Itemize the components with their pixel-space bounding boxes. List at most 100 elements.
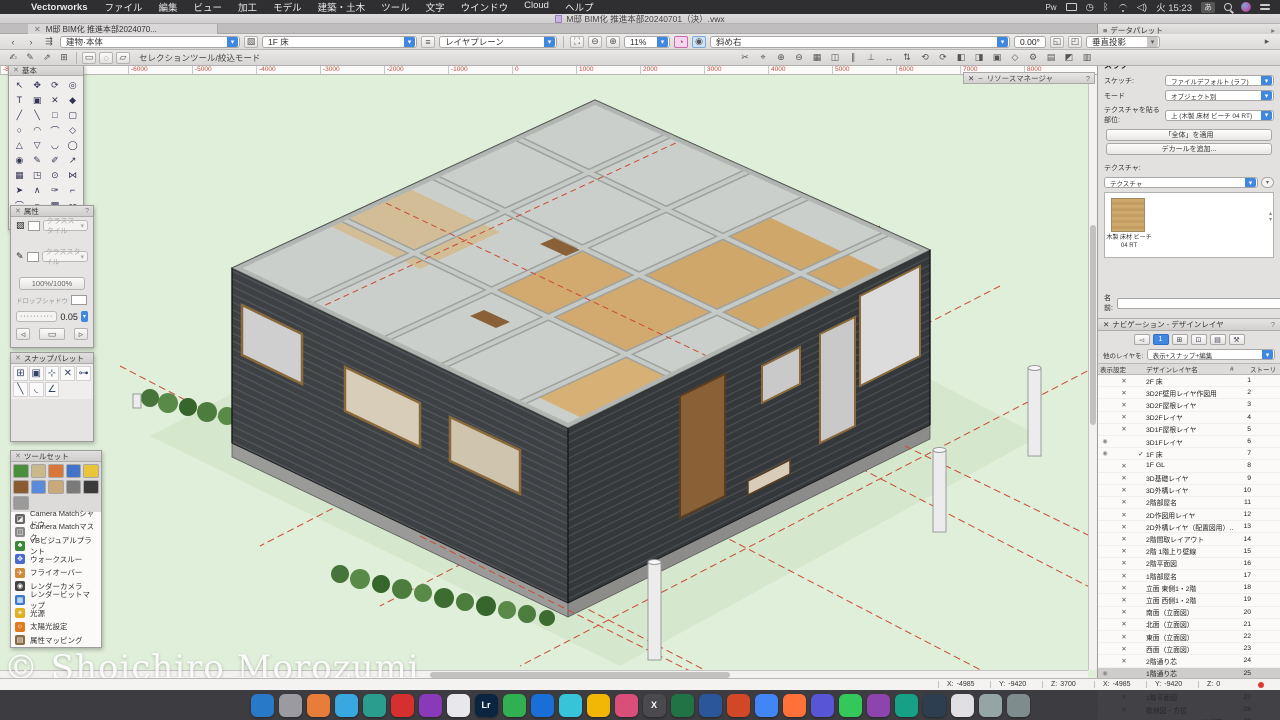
layer-visibility-icon[interactable]: ◉ xyxy=(1098,438,1112,445)
name-input[interactable] xyxy=(1117,298,1280,309)
design-layer-row[interactable]: ✕ 3D2Fレイヤ 4 xyxy=(1098,412,1280,424)
menu-item[interactable]: ビュー xyxy=(186,0,231,14)
tool-icon[interactable]: □ xyxy=(47,108,64,122)
selection-mode-icon[interactable]: ▭ xyxy=(82,52,96,64)
tool-icon[interactable]: ◎ xyxy=(64,78,81,92)
tool-icon[interactable]: ✎ xyxy=(23,52,37,64)
tool-icon[interactable]: ◇ xyxy=(64,123,81,137)
projection-icon-b[interactable]: ◰ xyxy=(1068,36,1082,48)
design-layer-row[interactable]: ✕ 北面（立面図） 21 xyxy=(1098,619,1280,631)
design-layer-row[interactable]: ◉ ✓ 1F 床 7 xyxy=(1098,448,1280,460)
attr-center-button[interactable]: ▭ xyxy=(39,328,65,340)
layer-name[interactable]: 3D外構レイヤ xyxy=(1146,485,1234,495)
dock-app-icon[interactable] xyxy=(335,694,358,717)
navigation-close-icon[interactable]: ✕ xyxy=(1103,320,1109,329)
design-layer-row[interactable]: ✕ 2階通り芯 24 xyxy=(1098,655,1280,667)
layer-hidden-mark[interactable]: ✕ xyxy=(1112,486,1136,494)
navigation-help-icon[interactable]: ? xyxy=(1271,320,1275,329)
layer-visibility-icon[interactable]: ◉ xyxy=(1098,450,1112,457)
vscroll-thumb[interactable] xyxy=(1090,225,1096,425)
apply-all-button[interactable]: 「全体」を適用 xyxy=(1106,129,1272,141)
menu-item[interactable]: ウインドウ xyxy=(453,0,517,14)
layer-name[interactable]: 1階部屋名 xyxy=(1146,571,1234,581)
design-layer-row[interactable]: ✕ 西面（立面図） 23 xyxy=(1098,643,1280,655)
design-layer-row[interactable]: ✕ 2階 1階上り壁線 15 xyxy=(1098,546,1280,558)
tool-icon[interactable]: ⌒ xyxy=(47,123,64,137)
texture-part-dropdown[interactable]: 上 (木製 床材 ビーチ 04 RT) xyxy=(1165,110,1274,121)
dock-app-icon[interactable] xyxy=(727,694,750,717)
snap-icon[interactable]: ◟ xyxy=(29,382,44,397)
layer-name[interactable]: 2階間取レイアウト xyxy=(1146,534,1234,544)
selection-mode-icon[interactable]: ◌ xyxy=(99,52,113,64)
design-layer-row[interactable]: ✕ 東面（立面図） 22 xyxy=(1098,631,1280,643)
snap-icon[interactable]: ╲ xyxy=(13,382,28,397)
dock-app-icon[interactable]: X xyxy=(643,694,666,717)
tool-icon[interactable]: ✎ xyxy=(29,153,46,167)
display-icon[interactable] xyxy=(1066,3,1077,11)
layer-name[interactable]: 3D1Fレイヤ xyxy=(1146,437,1234,447)
bluetooth-icon[interactable]: ᛒ xyxy=(1103,2,1109,13)
layer-name[interactable]: 立面 東側1・2階 xyxy=(1146,583,1234,593)
line-weight-dropdown-arrow[interactable]: ▾ xyxy=(81,311,88,322)
volume-icon[interactable]: ◁) xyxy=(1137,2,1147,13)
drop-shadow-box[interactable] xyxy=(71,295,87,305)
dock-app-icon[interactable] xyxy=(755,694,778,717)
design-layer-row[interactable]: ✕ 立面 東側1・2階 18 xyxy=(1098,582,1280,594)
snap-icon[interactable]: ⊹ xyxy=(45,366,60,381)
layer-hidden-mark[interactable]: ✕ xyxy=(1112,462,1136,470)
rotation-angle-field[interactable]: 0.00° xyxy=(1014,36,1046,48)
snap-icon[interactable]: ⊶ xyxy=(76,366,91,381)
app-menu[interactable]: Vectorworks xyxy=(22,2,97,13)
dock-app-icon[interactable] xyxy=(839,694,862,717)
layer-name[interactable]: 南面（立面図） xyxy=(1146,607,1234,617)
tool-icon[interactable]: ⌐ xyxy=(64,183,81,197)
fill-style-dropdown[interactable]: クラススタイル▾ xyxy=(43,220,88,231)
layer-hidden-mark[interactable]: ✕ xyxy=(1112,511,1136,519)
layer-hidden-mark[interactable]: ✕ xyxy=(1112,377,1136,385)
attr-prev-button[interactable]: ◃ xyxy=(16,328,30,340)
layer-hidden-mark[interactable]: ✕ xyxy=(1112,547,1136,555)
layer-hidden-mark[interactable]: ✕ xyxy=(1112,401,1136,409)
texture-options-button[interactable]: ▾ xyxy=(1261,177,1274,188)
layer-hidden-mark[interactable]: ✕ xyxy=(1112,474,1136,482)
toolbar-action-icon[interactable]: ⊖ xyxy=(792,52,806,64)
vertical-scrollbar[interactable] xyxy=(1088,75,1097,670)
plane-dropdown[interactable]: レイヤプレーン xyxy=(439,36,557,48)
layer-name[interactable]: 北面（立面図） xyxy=(1146,619,1234,629)
layer-name[interactable]: 1F GL xyxy=(1146,462,1234,469)
layer-name[interactable]: 1F 床 xyxy=(1146,449,1234,459)
toolbar-action-icon[interactable]: ▥ xyxy=(1080,52,1094,64)
timemachine-icon[interactable]: ◷ xyxy=(1086,2,1094,13)
toolbar-action-icon[interactable]: ↔ xyxy=(882,52,896,64)
design-layer-row[interactable]: ✕ 南面（立面図） 20 xyxy=(1098,607,1280,619)
password-manager-icon[interactable]: Pw xyxy=(1045,3,1056,12)
pen-swatch[interactable] xyxy=(27,252,39,262)
layer-hidden-mark[interactable]: ✕ xyxy=(1112,657,1136,665)
tool-icon[interactable]: ○ xyxy=(11,123,28,137)
resource-manager-close-icon[interactable]: ✕ xyxy=(968,74,974,83)
toolset-tab[interactable] xyxy=(66,464,82,478)
layer-name[interactable]: 2D外構レイヤ（配置図用）… xyxy=(1146,522,1234,532)
dock-app-icon[interactable] xyxy=(811,694,834,717)
dock-app-icon[interactable] xyxy=(895,694,918,717)
dock-app-icon[interactable] xyxy=(503,694,526,717)
toolset-tab[interactable] xyxy=(66,480,82,494)
tab-close-icon[interactable]: ✕ xyxy=(34,25,41,34)
tool-icon[interactable]: ◠ xyxy=(29,123,46,137)
toolset-item[interactable]: ▤ 属性マッピング xyxy=(11,634,101,648)
toolset-tab[interactable] xyxy=(13,480,29,494)
layer-name[interactable]: 東面（立面図） xyxy=(1146,632,1234,642)
tool-icon[interactable]: ➤ xyxy=(11,183,28,197)
menu-item[interactable]: ツール xyxy=(373,0,418,14)
tool-icon[interactable]: ╲ xyxy=(29,108,46,122)
toolbar-action-icon[interactable]: ⚙ xyxy=(1026,52,1040,64)
tool-icon[interactable]: ▣ xyxy=(29,93,46,107)
design-layer-row[interactable]: ✕ 3D1F屋根レイヤ 5 xyxy=(1098,424,1280,436)
add-decal-button[interactable]: デカールを追加... xyxy=(1106,143,1272,155)
layer-name[interactable]: 3D2F屋根レイヤ xyxy=(1146,400,1234,410)
dock-app-icon[interactable] xyxy=(615,694,638,717)
palette-close-icon[interactable]: ✕ xyxy=(15,207,21,215)
design-layer-row[interactable]: ✕ 1階部屋名 17 xyxy=(1098,570,1280,582)
toolbar-action-icon[interactable]: ⟲ xyxy=(918,52,932,64)
pen-icon[interactable]: ✎ xyxy=(16,251,24,262)
